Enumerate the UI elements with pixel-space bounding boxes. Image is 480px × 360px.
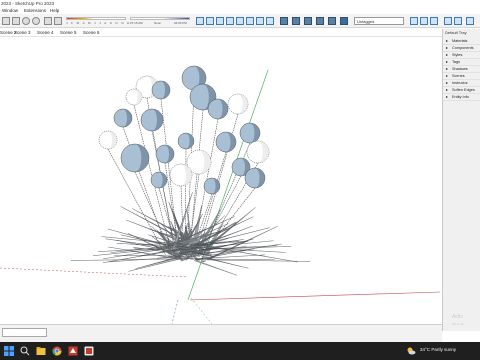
tray-item-label: Scenes bbox=[452, 74, 465, 78]
time-end-label: 04:00 PM bbox=[174, 21, 187, 25]
tray-item-shadows[interactable]: ▸ Shadows bbox=[443, 66, 480, 73]
left-view-icon[interactable] bbox=[340, 17, 348, 25]
orbit-icon[interactable] bbox=[196, 17, 204, 25]
time-start-label: 07:15 AM bbox=[130, 21, 143, 25]
grass-spike bbox=[201, 260, 206, 263]
scene-tabs: Scene 2 Scene 3 Scene 4 Scene 5 Scene 6 bbox=[0, 29, 442, 37]
undo-icon[interactable] bbox=[22, 17, 30, 25]
blue-axis-dashed bbox=[171, 299, 179, 324]
iso-view-icon[interactable] bbox=[280, 17, 288, 25]
components-icon[interactable] bbox=[420, 17, 428, 25]
tray-item-scenes[interactable]: ▸ Scenes bbox=[443, 73, 480, 80]
grass-spike bbox=[108, 257, 177, 263]
chrome-icon[interactable] bbox=[52, 346, 62, 356]
app-icon[interactable] bbox=[84, 346, 94, 356]
window-title: 2023 - SketchUp Pro 2023 bbox=[1, 1, 55, 6]
modeling-viewport[interactable] bbox=[0, 37, 442, 324]
redo-icon[interactable] bbox=[32, 17, 40, 25]
taskbar: 34°C Partly sunny bbox=[0, 342, 480, 360]
top-view-icon[interactable] bbox=[292, 17, 300, 25]
shadow-time-slider[interactable]: 07:15 AM Noon 04:00 PM bbox=[130, 17, 190, 25]
weather-text: 34°C Partly sunny bbox=[420, 347, 456, 352]
red-axis-dashed bbox=[0, 267, 189, 278]
grass-spikes bbox=[70, 192, 311, 276]
plant-model[interactable] bbox=[70, 65, 311, 276]
windows-start-icon[interactable] bbox=[4, 346, 14, 356]
back-view-icon[interactable] bbox=[328, 17, 336, 25]
status-bar bbox=[0, 324, 442, 342]
menu-extensions[interactable]: Extensions bbox=[24, 8, 46, 13]
menu-help[interactable]: Help bbox=[50, 8, 59, 13]
group-icon[interactable] bbox=[444, 17, 452, 25]
grass-spike bbox=[194, 254, 266, 259]
search-icon[interactable] bbox=[20, 346, 30, 356]
green-axis-dashed bbox=[190, 297, 213, 324]
weather-icon bbox=[407, 347, 416, 355]
tray-item-instructor[interactable]: ▸ Instructor bbox=[443, 80, 480, 87]
shadow-date-slider[interactable]: J F M A M J J A S O N D bbox=[66, 17, 129, 25]
grass-spike bbox=[194, 259, 311, 262]
weather-desc: Partly sunny bbox=[431, 347, 457, 352]
grass-spike bbox=[193, 260, 237, 276]
position-camera-icon[interactable] bbox=[256, 17, 264, 25]
shadow-toggle-icon[interactable] bbox=[54, 17, 62, 25]
tray-item-tags[interactable]: ▸ Tags bbox=[443, 59, 480, 66]
layers-icon[interactable] bbox=[466, 17, 474, 25]
tab-scene-4[interactable]: Scene 4 bbox=[37, 30, 54, 35]
previous-view-icon[interactable] bbox=[246, 17, 254, 25]
file-explorer-icon[interactable] bbox=[36, 346, 46, 356]
title-bar: 2023 - SketchUp Pro 2023 bbox=[0, 0, 480, 8]
model-canvas[interactable] bbox=[0, 37, 442, 324]
tray-item-label: Soften Edges bbox=[452, 88, 475, 92]
tray-item-label: Instructor bbox=[452, 81, 468, 85]
tray-item-components[interactable]: ▸ Components bbox=[443, 45, 480, 52]
pan-icon[interactable] bbox=[206, 17, 214, 25]
component-make-icon[interactable] bbox=[454, 17, 462, 25]
eraser-icon[interactable] bbox=[12, 17, 20, 25]
toolbar: J F M A M J J A S O N D 07:15 AM Noon 04… bbox=[0, 14, 480, 28]
tray-item-label: Tags bbox=[452, 60, 461, 64]
grass-spike bbox=[70, 258, 182, 261]
shadow-date-bar[interactable] bbox=[66, 17, 126, 20]
tray-item-styles[interactable]: ▸ Styles bbox=[443, 52, 480, 59]
time-noon-label: Noon bbox=[154, 21, 162, 25]
activation-watermark: Activ bbox=[452, 314, 463, 320]
shadow-months-label: J F M A M J J A S O N D bbox=[66, 21, 131, 25]
measurements-box[interactable] bbox=[2, 328, 47, 337]
activation-watermark-sub: Go to Se bbox=[452, 322, 464, 326]
balloon-flowers bbox=[98, 65, 270, 195]
sketchup-taskbar-icon[interactable] bbox=[68, 346, 78, 356]
tray-item-entity-info[interactable]: ▸ Entity Info bbox=[443, 94, 480, 101]
menu-window[interactable]: Window bbox=[2, 8, 18, 13]
tray-item-materials[interactable]: ▸ Materials bbox=[443, 38, 480, 45]
right-view-icon[interactable] bbox=[316, 17, 324, 25]
tray-title: Default Tray bbox=[445, 30, 467, 35]
tab-scene-5[interactable]: Scene 5 bbox=[60, 30, 77, 35]
select-icon[interactable] bbox=[2, 17, 10, 25]
red-axis bbox=[189, 291, 441, 301]
tray-item-soften-edges[interactable]: ▸ Soften Edges bbox=[443, 87, 480, 94]
tab-scene-6[interactable]: Scene 6 bbox=[83, 30, 100, 35]
default-tray: Default Tray ▸ Materials ▸ Components ▸ Sty… bbox=[442, 29, 480, 331]
weather-temp: 34°C bbox=[420, 347, 431, 352]
scenes-icon[interactable] bbox=[410, 17, 418, 25]
front-view-icon[interactable] bbox=[304, 17, 312, 25]
tag-select[interactable]: Untagged bbox=[354, 17, 404, 25]
tray-item-label: Entity Info bbox=[452, 95, 469, 99]
tray-item-label: Styles bbox=[452, 53, 463, 57]
tray-item-label: Components bbox=[452, 46, 474, 50]
tray-item-label: Materials bbox=[452, 39, 468, 43]
print-icon[interactable] bbox=[44, 17, 52, 25]
zoom-extents-icon[interactable] bbox=[236, 17, 244, 25]
tab-scene-3[interactable]: Scene 3 bbox=[14, 30, 31, 35]
tray-item-label: Shadows bbox=[452, 67, 468, 71]
zoom-window-icon[interactable] bbox=[226, 17, 234, 25]
outliner-icon[interactable] bbox=[430, 17, 438, 25]
walk-icon[interactable] bbox=[266, 17, 274, 25]
shadow-time-bar[interactable] bbox=[130, 17, 190, 20]
zoom-icon[interactable] bbox=[216, 17, 224, 25]
